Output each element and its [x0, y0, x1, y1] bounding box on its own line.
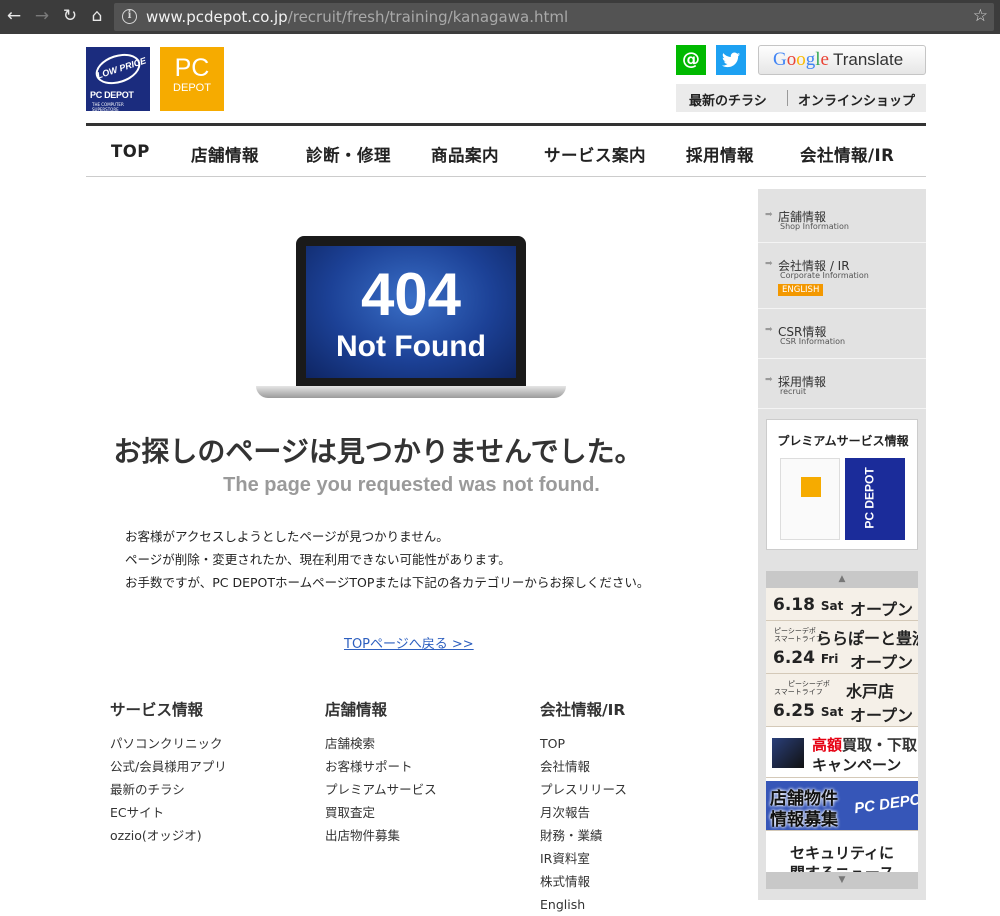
- nav-products[interactable]: 商品案内: [431, 142, 499, 166]
- banner-trade-in-campaign[interactable]: 高額買取・下取 キャンペーン: [766, 728, 918, 778]
- banner-opening-toyosu[interactable]: ピーシーデポ スマートライフ ららぽーと豊洲 6.24 Fri オープン: [766, 621, 918, 674]
- arrow-right-icon: ➡: [765, 210, 773, 220]
- url-text: www.pcdepot.co.jp/recruit/fresh/training…: [146, 8, 569, 26]
- footer-link[interactable]: プレミアムサービス: [325, 778, 437, 801]
- google-translate-button[interactable]: Google Translate: [758, 45, 926, 75]
- premium-service-banner[interactable]: プレミアムサービス情報 PC DEPOT: [766, 419, 918, 550]
- info-icon[interactable]: i: [122, 9, 137, 24]
- back-to-top-link[interactable]: TOPページへ戻る >>: [344, 633, 474, 652]
- nav-stores[interactable]: 店舗情報: [191, 142, 259, 166]
- premium-card-blue: PC DEPOT: [845, 458, 905, 540]
- online-shop-link[interactable]: オンラインショップ: [798, 90, 915, 109]
- nav-services[interactable]: サービス案内: [544, 142, 646, 166]
- arrow-right-icon: ➡: [765, 375, 773, 385]
- banner-carousel: 6.18 Sat オープン ピーシーデポ スマートライフ ららぽーと豊洲 6.2…: [766, 571, 918, 889]
- reload-icon[interactable]: ↻: [60, 5, 80, 27]
- browser-toolbar: ← → ↻ ⌂ i www.pcdepot.co.jp/recruit/fres…: [0, 0, 1000, 34]
- line-icon[interactable]: @: [676, 45, 706, 75]
- english-badge[interactable]: ENGLISH: [778, 284, 824, 296]
- sidebar-item-recruit[interactable]: ➡ 採用情報 recruit: [758, 359, 926, 409]
- nav-repair[interactable]: 診断・修理: [306, 142, 391, 166]
- banner-store-property[interactable]: PC DEPOT 店舗物件 情報募集: [766, 781, 918, 831]
- sidebar-item-company[interactable]: ➡ 会社情報 / IR Corporate Information ENGLIS…: [758, 243, 926, 309]
- premium-card-white: [780, 458, 840, 540]
- footer-link[interactable]: プレスリリース: [540, 778, 627, 801]
- footer-link[interactable]: パソコンクリニック: [110, 732, 227, 755]
- home-icon[interactable]: ⌂: [87, 5, 107, 27]
- footer-link[interactable]: 出店物件募集: [325, 824, 437, 847]
- google-logo: Google: [773, 49, 829, 70]
- footer-link[interactable]: TOP: [540, 732, 627, 755]
- nav-top[interactable]: TOP: [111, 142, 150, 161]
- nav-recruit[interactable]: 採用情報: [686, 142, 754, 166]
- arrow-right-icon: ➡: [765, 259, 773, 269]
- footer-link[interactable]: ozzio(オッジオ): [110, 824, 227, 847]
- footer-col-services: サービス情報 パソコンクリニック 公式/会員様用アプリ 最新のチラシ ECサイト…: [110, 698, 227, 847]
- scroll-up-icon[interactable]: ▲: [766, 571, 918, 588]
- twitter-icon[interactable]: [716, 45, 746, 75]
- computer-icon: [772, 738, 804, 768]
- arrow-right-icon: ➡: [765, 325, 773, 335]
- footer-link[interactable]: 公式/会員様用アプリ: [110, 755, 227, 778]
- scroll-down-icon[interactable]: ▼: [766, 872, 918, 889]
- footer-link[interactable]: 最新のチラシ: [110, 778, 227, 801]
- forward-arrow-icon[interactable]: →: [32, 5, 52, 27]
- error-title-en: The page you requested was not found.: [223, 474, 600, 496]
- sidebar: ➡ 店舗情報 Shop Information ➡ 会社情報 / IR Corp…: [758, 189, 926, 900]
- footer-link[interactable]: 買取査定: [325, 801, 437, 824]
- footer-link[interactable]: 月次報告: [540, 801, 627, 824]
- back-arrow-icon[interactable]: ←: [4, 5, 24, 27]
- footer-link[interactable]: English: [540, 893, 627, 916]
- nav-company[interactable]: 会社情報/IR: [800, 142, 894, 166]
- footer-col-company: 会社情報/IR TOP 会社情報 プレスリリース 月次報告 財務・業績 IR資料…: [540, 698, 627, 916]
- footer-link[interactable]: 会社情報: [540, 755, 627, 778]
- flyer-link[interactable]: 最新のチラシ: [689, 90, 767, 109]
- footer-link[interactable]: IR資料室: [540, 847, 627, 870]
- global-nav: TOP 店舗情報 診断・修理 商品案内 サービス案内 採用情報 会社情報/IR: [86, 123, 926, 177]
- banner-opening-mito[interactable]: ピーシーデポ スマートライフ 水戸店 6.25 Sat オープン: [766, 674, 918, 727]
- footer-link[interactable]: 店舗検索: [325, 732, 437, 755]
- sidebar-item-csr[interactable]: ➡ CSR情報 CSR Information: [758, 309, 926, 359]
- footer-col-stores: 店舗情報 店舗検索 お客様サポート プレミアムサービス 買取査定 出店物件募集: [325, 698, 437, 847]
- header-links: 最新のチラシ オンラインショップ: [676, 84, 926, 112]
- address-bar[interactable]: i www.pcdepot.co.jp/recruit/fresh/traini…: [114, 3, 994, 31]
- pcdepot-logo[interactable]: PC DEPOT: [160, 47, 224, 111]
- footer-link[interactable]: お客様サポート: [325, 755, 437, 778]
- footer-link[interactable]: 財務・業績: [540, 824, 627, 847]
- sidebar-item-stores[interactable]: ➡ 店舗情報 Shop Information: [758, 189, 926, 243]
- footer-link[interactable]: ECサイト: [110, 801, 227, 824]
- star-icon[interactable]: ☆: [973, 6, 988, 26]
- pcdepot-lowprice-logo[interactable]: LOW PRICE PC DEPOT THE COMPUTER SUPERSTO…: [86, 47, 150, 111]
- error-description: お客様がアクセスしようとしたページが見つかりません。 ページが削除・変更されたか…: [125, 529, 650, 590]
- footer-link[interactable]: 株式情報: [540, 870, 627, 893]
- error-title-jp: お探しのページは見つかりませんでした。: [113, 435, 643, 468]
